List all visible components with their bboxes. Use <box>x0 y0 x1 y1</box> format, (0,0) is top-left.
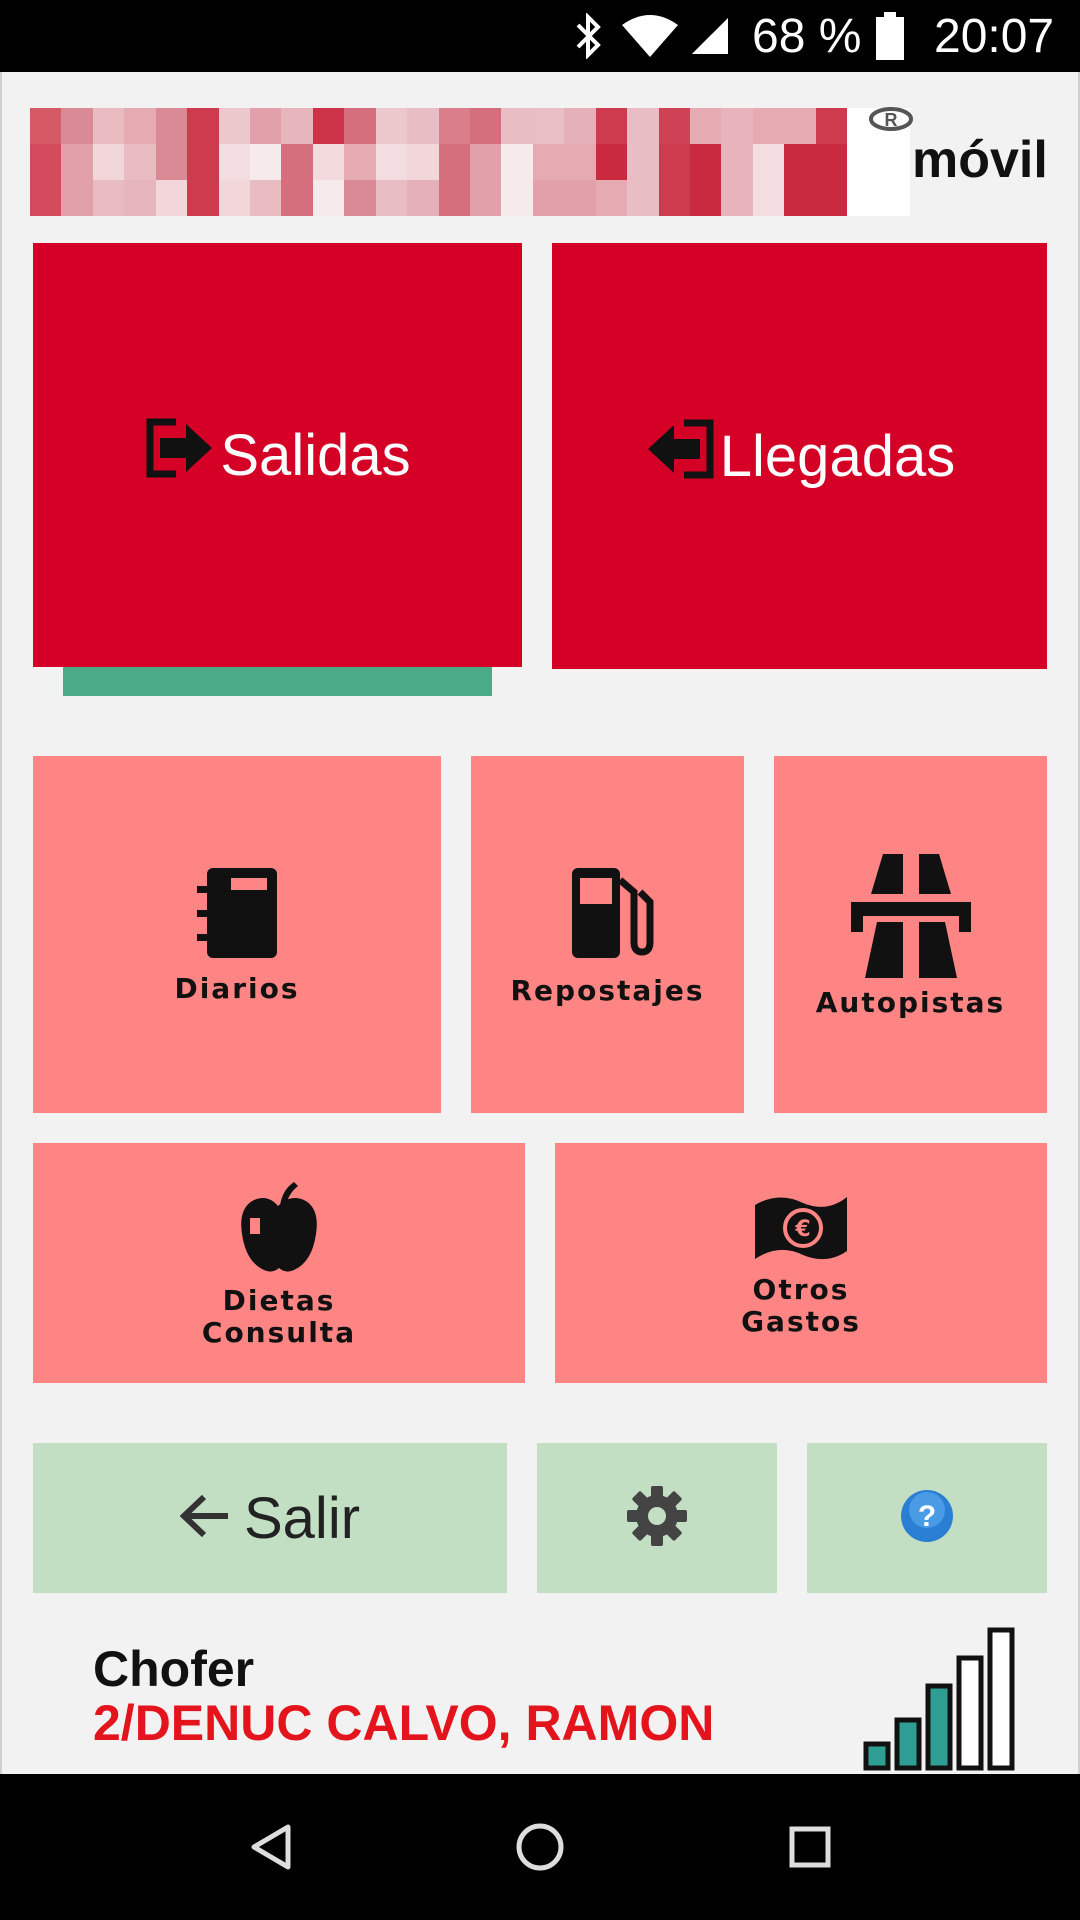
navigation-bar <box>0 1774 1080 1920</box>
salir-label: Salir <box>243 1485 361 1551</box>
salidas-button[interactable]: Salidas <box>33 243 522 667</box>
status-bar: 68 % 20:07 <box>0 0 1080 72</box>
svg-text:R: R <box>885 110 898 130</box>
notebook-icon <box>189 864 285 967</box>
driver-name: 2/DENUC CALVO, RAMON <box>93 1695 715 1751</box>
exit-icon <box>144 418 216 492</box>
salidas-progress-bar <box>63 667 492 696</box>
repostajes-label: Repostajes <box>510 974 705 1007</box>
salidas-label: Salidas <box>220 422 411 488</box>
gear-icon <box>625 1484 689 1553</box>
help-icon: ? <box>899 1488 955 1549</box>
bluetooth-icon <box>572 0 604 72</box>
apple-icon <box>238 1178 320 1279</box>
svg-text:€: € <box>794 1217 810 1242</box>
settings-button[interactable] <box>537 1443 777 1593</box>
dietas-consulta-button[interactable]: Dietas Consulta <box>33 1143 525 1383</box>
dietas-label-line2: Consulta <box>201 1315 357 1349</box>
enter-icon <box>644 419 716 493</box>
salir-button[interactable]: Salir <box>33 1443 507 1593</box>
back-nav-icon[interactable] <box>210 1774 330 1920</box>
otros-label-line2: Gastos <box>741 1304 861 1338</box>
euro-banknote-icon: € <box>751 1189 851 1270</box>
dietas-label-line1: Dietas <box>222 1283 336 1317</box>
autopistas-button[interactable]: Autopistas <box>774 756 1047 1113</box>
diarios-label: Diarios <box>174 972 300 1005</box>
diarios-button[interactable]: Diarios <box>33 756 441 1113</box>
arrow-left-icon <box>179 1493 232 1544</box>
clock: 20:07 <box>934 9 1055 63</box>
home-nav-icon[interactable] <box>480 1774 600 1920</box>
llegadas-button[interactable]: Llegadas <box>552 243 1047 669</box>
signal-strength-icon <box>862 1624 1016 1777</box>
llegadas-label: Llegadas <box>719 423 956 489</box>
help-button[interactable]: ? <box>807 1443 1047 1593</box>
cell-signal-icon <box>690 0 730 72</box>
highway-icon <box>849 850 973 985</box>
repostajes-button[interactable]: Repostajes <box>471 756 744 1113</box>
battery-icon <box>876 0 904 72</box>
recents-nav-icon[interactable] <box>750 1774 870 1920</box>
otros-gastos-button[interactable]: € Otros Gastos <box>555 1143 1047 1383</box>
battery-percent: 68 % <box>752 9 862 63</box>
company-logo <box>30 108 910 216</box>
logo-suffix: móvil <box>912 131 1048 189</box>
driver-title: Chofer <box>93 1641 255 1697</box>
wifi-icon <box>620 0 680 72</box>
registered-mark-icon: R <box>868 106 914 137</box>
otros-label-line1: Otros <box>752 1272 850 1306</box>
svg-text:?: ? <box>918 1500 936 1533</box>
fuel-pump-icon <box>560 862 656 967</box>
autopistas-label: Autopistas <box>815 986 1006 1019</box>
